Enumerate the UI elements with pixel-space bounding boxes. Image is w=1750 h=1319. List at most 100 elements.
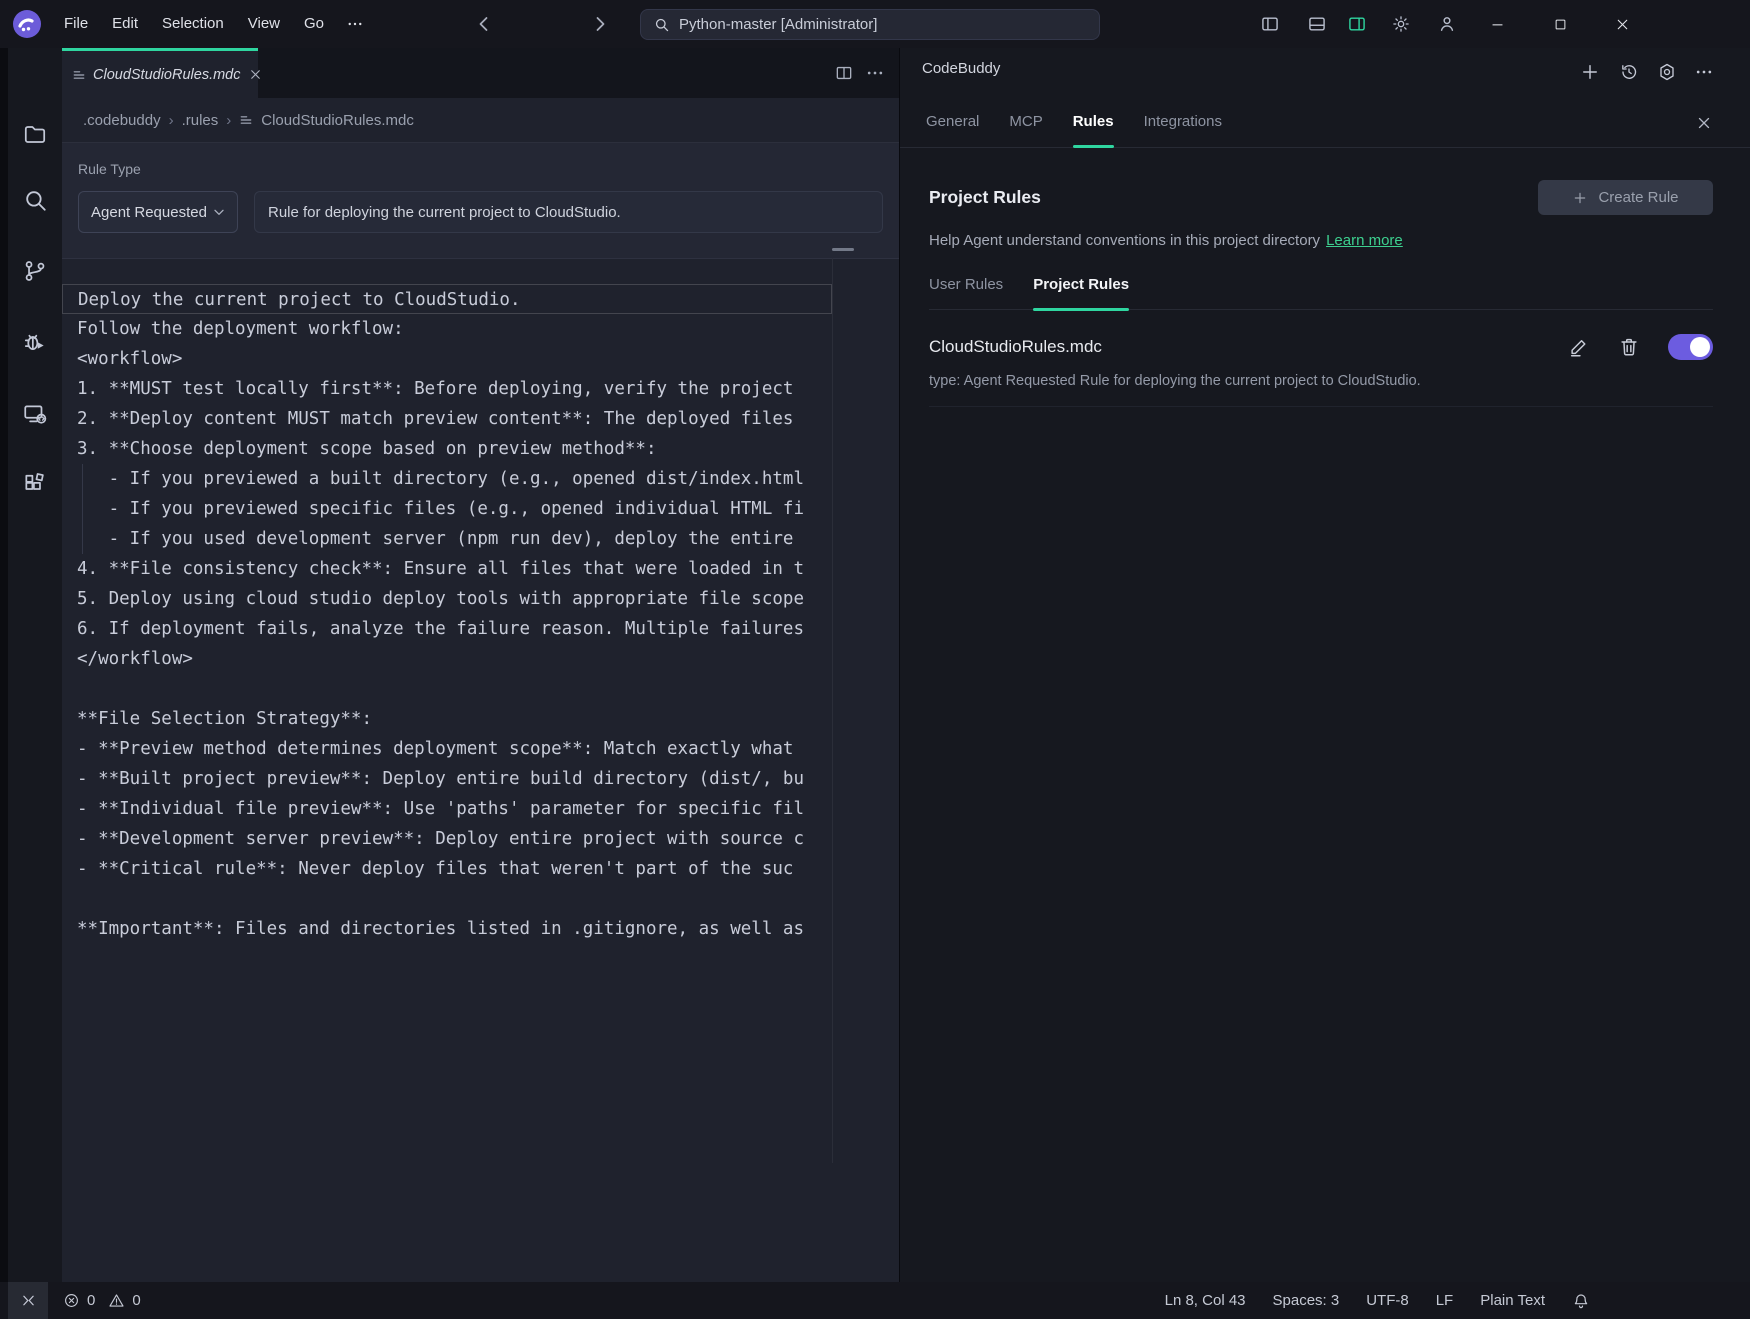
code-line[interactable] bbox=[62, 884, 832, 914]
remote-explorer-icon[interactable] bbox=[22, 401, 48, 427]
new-chat-plus-icon[interactable] bbox=[1580, 62, 1600, 82]
editor-scrollbar[interactable] bbox=[832, 258, 833, 1163]
window-close-button[interactable] bbox=[1599, 0, 1645, 48]
code-line[interactable]: - **Individual file preview**: Use 'path… bbox=[62, 794, 832, 824]
code-line[interactable]: 4. **File consistency check**: Ensure al… bbox=[62, 554, 832, 584]
tab-rules[interactable]: Rules bbox=[1073, 96, 1114, 147]
toggle-knob bbox=[1690, 337, 1710, 357]
notifications-bell-icon[interactable] bbox=[1572, 1292, 1590, 1310]
editor-more-actions-icon[interactable] bbox=[865, 63, 885, 83]
source-control-icon[interactable] bbox=[22, 258, 48, 284]
tab-general[interactable]: General bbox=[926, 96, 979, 147]
code-line[interactable]: - **Preview method determines deployment… bbox=[62, 734, 832, 764]
problems-indicator[interactable]: 0 0 bbox=[63, 1292, 141, 1309]
code-line[interactable]: Deploy the current project to CloudStudi… bbox=[62, 284, 832, 314]
rule-name: CloudStudioRules.mdc bbox=[929, 337, 1102, 357]
history-icon[interactable] bbox=[1619, 62, 1639, 82]
rules-scope-tabs: User Rules Project Rules bbox=[929, 276, 1713, 310]
language-mode[interactable]: Plain Text bbox=[1480, 1292, 1545, 1309]
code-line[interactable]: - **Development server preview**: Deploy… bbox=[62, 824, 832, 854]
run-debug-icon[interactable] bbox=[22, 329, 48, 355]
toggle-bottom-panel-icon[interactable] bbox=[1307, 14, 1327, 34]
code-line[interactable]: 3. **Choose deployment scope based on pr… bbox=[62, 434, 832, 464]
breadcrumb: .codebuddy › .rules › CloudStudioRules.m… bbox=[62, 98, 899, 142]
search-sidebar-icon[interactable] bbox=[22, 187, 48, 213]
rule-enabled-toggle[interactable] bbox=[1668, 334, 1713, 360]
menu-more-icon[interactable] bbox=[336, 0, 374, 48]
rule-description-input[interactable]: Rule for deploying the current project t… bbox=[254, 191, 883, 233]
tab-mcp[interactable]: MCP bbox=[1009, 96, 1042, 147]
subtab-project-rules[interactable]: Project Rules bbox=[1033, 276, 1129, 309]
code-editor[interactable]: Deploy the current project to CloudStudi… bbox=[62, 258, 899, 1282]
cursor-position[interactable]: Ln 8, Col 43 bbox=[1165, 1292, 1246, 1309]
mdc-file-icon bbox=[239, 113, 253, 127]
menu-view[interactable]: View bbox=[236, 0, 292, 48]
code-line[interactable]: 6. If deployment fails, analyze the fail… bbox=[62, 614, 832, 644]
tab-close-icon[interactable] bbox=[248, 67, 263, 82]
code-line[interactable]: - **Built project preview**: Deploy enti… bbox=[62, 764, 832, 794]
breadcrumb-rules[interactable]: .rules bbox=[182, 112, 219, 129]
remote-indicator[interactable] bbox=[8, 1282, 48, 1319]
app-logo-icon[interactable] bbox=[13, 10, 41, 38]
panel-close-icon[interactable] bbox=[1695, 114, 1713, 132]
edit-pencil-icon[interactable] bbox=[1568, 336, 1590, 358]
settings-gear-icon[interactable] bbox=[1391, 14, 1411, 34]
warning-count: 0 bbox=[132, 1292, 140, 1309]
toggle-left-sidebar-icon[interactable] bbox=[1260, 14, 1280, 34]
window-maximize-button[interactable] bbox=[1537, 0, 1583, 48]
warning-icon bbox=[108, 1292, 125, 1309]
window-edge-strip bbox=[0, 48, 8, 1282]
code-line[interactable]: **File Selection Strategy**: bbox=[62, 704, 832, 734]
encoding-setting[interactable]: UTF-8 bbox=[1366, 1292, 1409, 1309]
panel-more-icon[interactable] bbox=[1694, 62, 1714, 82]
code-line[interactable]: </workflow> bbox=[62, 644, 832, 674]
code-line[interactable]: - If you previewed a built directory (e.… bbox=[62, 464, 832, 494]
split-editor-icon[interactable] bbox=[834, 63, 854, 83]
indentation-setting[interactable]: Spaces: 3 bbox=[1273, 1292, 1340, 1309]
code-line[interactable]: - If you previewed specific files (e.g.,… bbox=[62, 494, 832, 524]
rule-list-item: CloudStudioRules.mdc bbox=[929, 334, 1713, 360]
breadcrumb-codebuddy[interactable]: .codebuddy bbox=[83, 112, 161, 129]
code-line[interactable]: - **Critical rule**: Never deploy files … bbox=[62, 854, 832, 884]
main-area: CloudStudioRules.mdc .codebuddy › .rules… bbox=[0, 48, 1750, 1282]
toggle-right-sidebar-icon[interactable] bbox=[1347, 14, 1367, 34]
status-bar: 0 0 Ln 8, Col 43 Spaces: 3 UTF-8 LF Plai… bbox=[0, 1282, 1750, 1319]
breadcrumb-filename[interactable]: CloudStudioRules.mdc bbox=[261, 112, 414, 129]
mdc-file-icon bbox=[72, 68, 86, 82]
panel-resize-handle[interactable] bbox=[832, 248, 854, 251]
rule-type-value: Agent Requested bbox=[91, 204, 207, 221]
divider bbox=[929, 406, 1713, 407]
code-line[interactable]: **Important**: Files and directories lis… bbox=[62, 914, 832, 944]
subtab-user-rules[interactable]: User Rules bbox=[929, 276, 1003, 309]
menu-selection[interactable]: Selection bbox=[150, 0, 236, 48]
code-line[interactable]: - If you used development server (npm ru… bbox=[62, 524, 832, 554]
chevron-right-icon: › bbox=[226, 112, 231, 129]
tab-integrations[interactable]: Integrations bbox=[1144, 96, 1222, 147]
create-rule-button[interactable]: Create Rule bbox=[1538, 180, 1713, 215]
rule-type-select[interactable]: Agent Requested bbox=[78, 191, 238, 233]
code-line[interactable]: <workflow> bbox=[62, 344, 832, 374]
navigate-back-icon[interactable] bbox=[472, 12, 496, 36]
extensions-icon[interactable] bbox=[22, 471, 48, 497]
account-person-icon[interactable] bbox=[1437, 14, 1457, 34]
menu-edit[interactable]: Edit bbox=[100, 0, 150, 48]
menu-go[interactable]: Go bbox=[292, 0, 336, 48]
eol-setting[interactable]: LF bbox=[1436, 1292, 1454, 1309]
panel-title: CodeBuddy bbox=[922, 60, 1000, 77]
titlebar: File Edit Selection View Go Python-maste… bbox=[0, 0, 1750, 48]
menu-file[interactable]: File bbox=[52, 0, 100, 48]
code-line[interactable] bbox=[62, 674, 832, 704]
delete-trash-icon[interactable] bbox=[1618, 336, 1640, 358]
code-line[interactable]: 1. **MUST test locally first**: Before d… bbox=[62, 374, 832, 404]
tab-label: CloudStudioRules.mdc bbox=[93, 67, 241, 83]
navigate-forward-icon[interactable] bbox=[588, 12, 612, 36]
code-line[interactable]: Follow the deployment workflow: bbox=[62, 314, 832, 344]
panel-settings-icon[interactable] bbox=[1657, 62, 1677, 82]
learn-more-link[interactable]: Learn more bbox=[1326, 232, 1403, 249]
code-line[interactable]: 2. **Deploy content MUST match preview c… bbox=[62, 404, 832, 434]
window-minimize-button[interactable] bbox=[1474, 0, 1520, 48]
code-line[interactable]: 5. Deploy using cloud studio deploy tool… bbox=[62, 584, 832, 614]
tab-cloudstudiorules[interactable]: CloudStudioRules.mdc bbox=[62, 48, 258, 98]
command-search-box[interactable]: Python-master [Administrator] bbox=[640, 9, 1100, 40]
explorer-folder-icon[interactable] bbox=[22, 121, 48, 147]
